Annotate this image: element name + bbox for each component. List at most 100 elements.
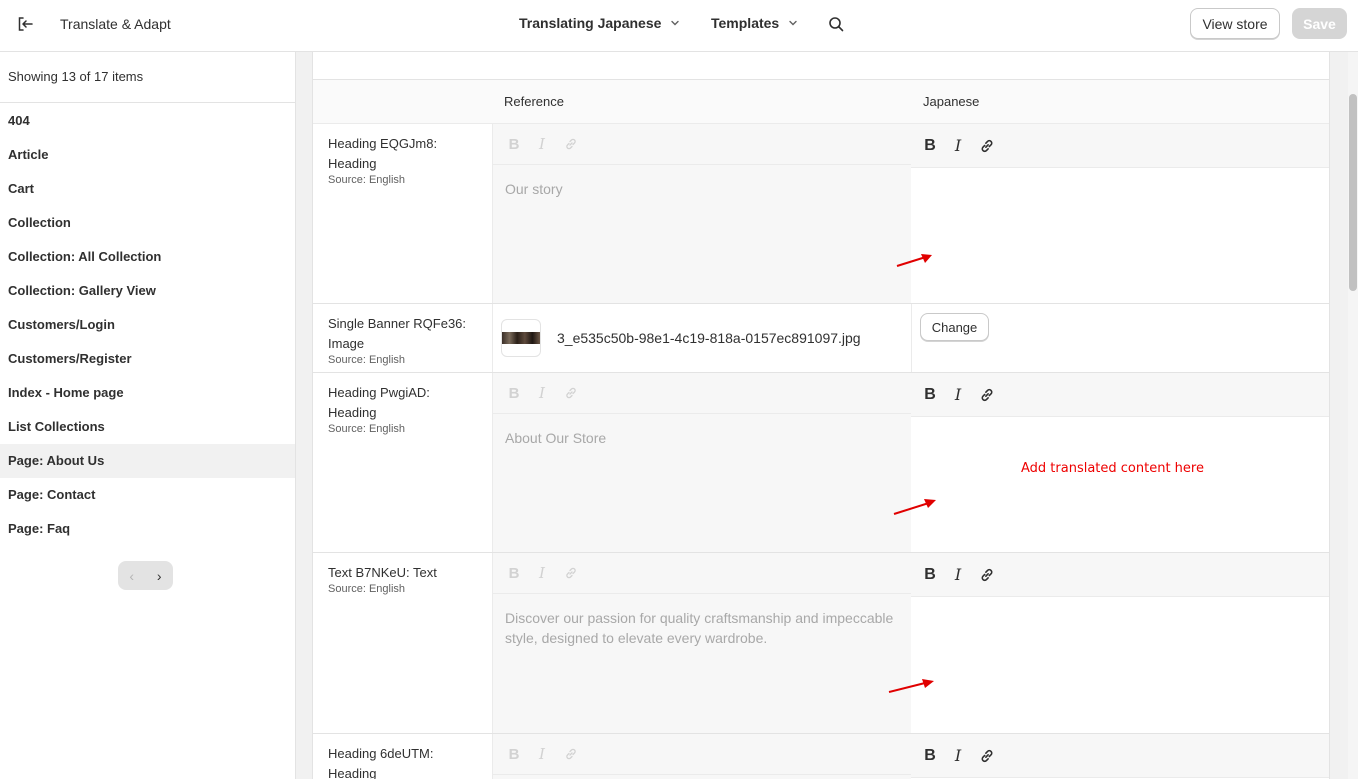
translation-toolbar: B I [911,553,1329,597]
italic-button[interactable]: I [951,385,965,404]
translation-table: Reference Japanese Heading EQGJm8: Headi… [312,52,1330,779]
sidebar-item-customers-register[interactable]: Customers/Register [0,342,295,376]
bold-button[interactable]: B [923,137,937,155]
sidebar-item-index[interactable]: Index - Home page [0,376,295,410]
red-arrow-icon [896,254,932,267]
bold-button[interactable]: B [923,386,937,404]
translation-editor[interactable]: Add translated content here [911,417,1329,552]
italic-icon: I [539,564,545,582]
chevron-down-icon [671,20,680,26]
table-row: Single Banner RQFe36: Image Source: Engl… [313,304,1329,373]
scrollbar[interactable] [1348,52,1358,779]
table-row: Heading PwgiAD: Heading Source: English … [313,373,1329,553]
sidebar: Showing 13 of 17 items 404 Article Cart … [0,52,296,779]
field-name: Heading PwgiAD: Heading [328,385,430,420]
bold-icon: B [508,745,520,763]
field-name: Heading EQGJm8: Heading [328,136,438,171]
link-button[interactable] [979,748,995,764]
sidebar-list: 404 Article Cart Collection Collection: … [0,103,295,546]
search-icon[interactable] [826,14,846,34]
field-name: Single Banner RQFe36: Image [328,316,467,351]
italic-button[interactable]: I [951,136,965,155]
table-header: Reference Japanese [313,80,1329,124]
sidebar-item-customers-login[interactable]: Customers/Login [0,308,295,342]
pagination: ‹ › [118,561,173,590]
scrollbar-thumb[interactable] [1349,94,1357,291]
italic-icon: I [539,135,545,153]
link-icon [563,565,579,581]
link-icon [563,136,579,152]
card-header [313,52,1329,80]
reference-toolbar: B I [493,124,911,165]
field-source: Source: English [328,354,406,366]
view-store-button[interactable]: View store [1190,8,1280,39]
italic-icon: I [539,384,545,402]
image-filename: 3_e535c50b-98e1-4c19-818a-0157ec891097.j… [557,330,861,346]
app-title: Translate & Adapt [60,16,171,32]
translation-cell: B I [911,553,1329,733]
sidebar-item-cart[interactable]: Cart [0,172,295,206]
bold-icon: B [508,135,520,153]
field-label: Heading 6deUTM: Heading [313,734,492,779]
language-select[interactable]: Translating Japanese [519,15,681,31]
field-source: Source: English [328,583,406,595]
sidebar-item-page-contact[interactable]: Page: Contact [0,478,295,512]
sidebar-item-page-faq[interactable]: Page: Faq [0,512,295,546]
reference-cell: B I About Our Store [492,373,911,552]
reference-toolbar: B I [493,373,911,414]
translation-toolbar: B I [911,124,1329,168]
reference-text: About Our Store [505,430,607,446]
field-name: Heading 6deUTM: Heading [328,746,434,779]
sidebar-item-404[interactable]: 404 [0,104,295,138]
column-japanese: Japanese [923,94,980,109]
sidebar-item-list-collections[interactable]: List Collections [0,410,295,444]
translation-toolbar: B I [911,373,1329,417]
reference-toolbar: B I [493,553,911,594]
field-label: Heading EQGJm8: Heading Source: English [313,124,492,303]
translation-cell: Change [911,304,1329,372]
sidebar-item-collection-all[interactable]: Collection: All Collection [0,240,295,274]
save-button[interactable]: Save [1292,8,1347,39]
next-page-button[interactable]: › [146,561,174,590]
field-label: Heading PwgiAD: Heading Source: English [313,373,492,552]
exit-icon[interactable] [14,13,36,35]
translation-cell: B I [911,124,1329,303]
translation-editor[interactable] [911,168,1329,303]
reference-cell: 3_e535c50b-98e1-4c19-818a-0157ec891097.j… [492,304,911,372]
bold-button[interactable]: B [923,747,937,765]
top-bar: Translate & Adapt Translating Japanese T… [0,0,1358,52]
sidebar-item-collection-gallery[interactable]: Collection: Gallery View [0,274,295,308]
reference-cell: B I Our story [492,124,911,303]
link-button[interactable] [979,138,995,154]
translation-hint: Add translated content here [1021,461,1204,476]
column-reference: Reference [504,94,564,109]
sidebar-item-page-about-us[interactable]: Page: About Us [0,444,295,478]
link-icon [563,746,579,762]
reference-text: Discover our passion for quality craftsm… [505,610,894,646]
change-image-button[interactable]: Change [920,313,989,341]
bold-button[interactable]: B [923,566,937,584]
templates-select[interactable]: Templates [711,15,799,31]
field-source: Source: English [328,174,406,186]
sidebar-item-article[interactable]: Article [0,138,295,172]
previous-page-button[interactable]: ‹ [118,561,146,590]
reference-cell: B I Discover our passion for quality cra… [492,553,911,733]
red-arrow-icon [893,499,936,515]
translation-editor[interactable] [911,597,1329,733]
reference-toolbar: B I [493,734,911,775]
italic-button[interactable]: I [951,746,965,765]
italic-button[interactable]: I [951,565,965,584]
table-row: Text B7NKeU: Text Source: English B I Di… [313,553,1329,734]
language-select-label: Translating Japanese [519,15,662,31]
field-label: Text B7NKeU: Text Source: English [313,553,492,733]
translation-cell: B I Add translated content here [911,373,1329,552]
link-button[interactable] [979,387,995,403]
bold-icon: B [508,564,520,582]
link-button[interactable] [979,567,995,583]
table-row: Heading 6deUTM: Heading B I B I [313,734,1329,779]
red-arrow-icon [888,679,934,693]
translation-cell: B I [911,734,1329,779]
sidebar-item-collection[interactable]: Collection [0,206,295,240]
bold-icon: B [508,384,520,402]
templates-select-label: Templates [711,15,780,31]
